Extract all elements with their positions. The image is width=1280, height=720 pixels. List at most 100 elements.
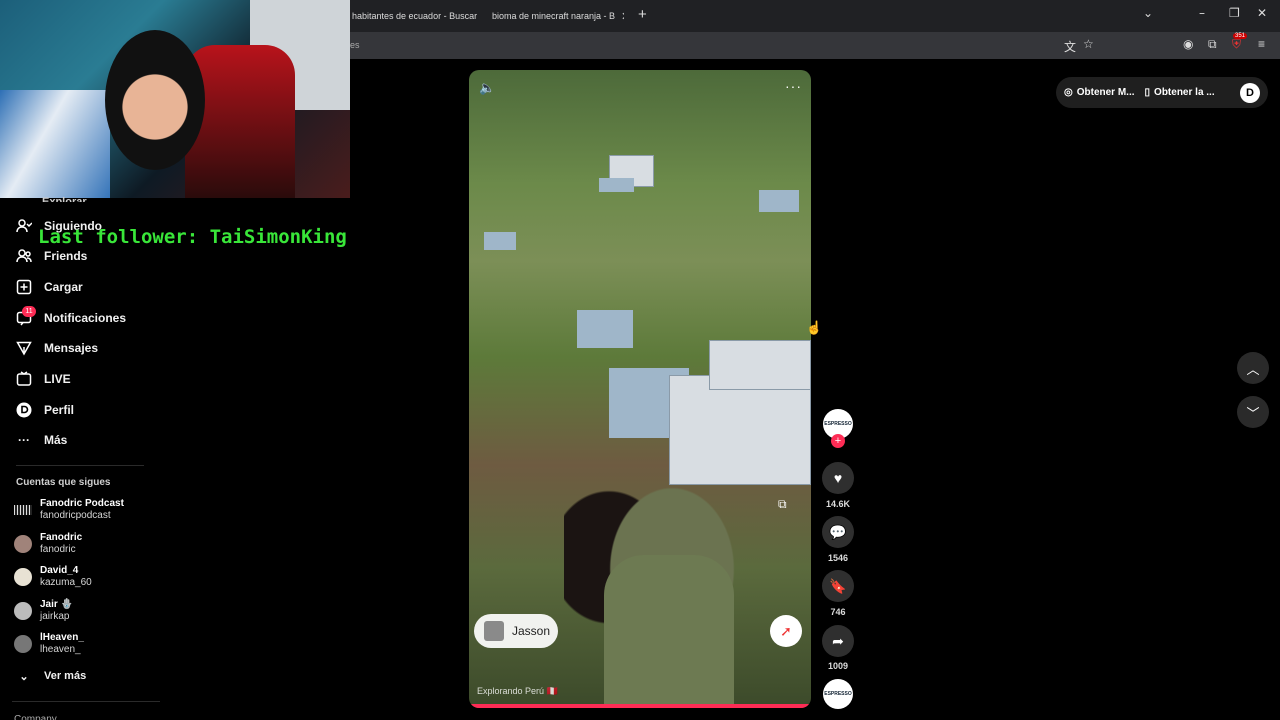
- followed-account[interactable]: Jair 🪬 jairkap: [14, 597, 73, 625]
- tab-title: bioma de minecraft naranja - B: [492, 11, 616, 21]
- video-scene-roof: [484, 232, 516, 250]
- like-button[interactable]: ♥: [822, 462, 854, 494]
- chevron-down-icon: ⌄: [19, 670, 29, 683]
- previous-video-button[interactable]: ︿: [1237, 352, 1269, 384]
- webcam-overlay: [0, 0, 350, 198]
- following-icon: [16, 218, 32, 234]
- webcam-bed: [0, 90, 110, 198]
- get-app-button[interactable]: ◎ Obtener M...: [1064, 87, 1135, 98]
- video-progress-bar[interactable]: [469, 704, 811, 708]
- see-more-button[interactable]: ⌄ Ver más: [16, 665, 86, 687]
- video-scene-person: [604, 555, 734, 708]
- sidebar-item-live[interactable]: LIVE: [16, 368, 71, 390]
- restore-icon[interactable]: ❐: [1229, 6, 1240, 20]
- video-caption: Explorando Perú 🇵🇪: [477, 686, 558, 696]
- avatar: [14, 505, 32, 515]
- sidebar-item-label: Friends: [44, 249, 88, 263]
- compass-icon[interactable]: ➚: [770, 615, 802, 647]
- sidebar-item-messages[interactable]: Mensajes: [16, 337, 98, 359]
- get-mobile-app-label: Obtener la ...: [1154, 87, 1215, 98]
- get-mobile-app-button[interactable]: ▯ Obtener la ...: [1145, 87, 1215, 98]
- browser-menu-icon[interactable]: ≡: [1258, 37, 1265, 51]
- mentioned-user-pill[interactable]: Jasson: [474, 614, 558, 648]
- followed-account[interactable]: David_4 kazuma_60: [14, 563, 92, 591]
- share-count: 1009: [827, 661, 849, 671]
- sidebar-item-label: Cargar: [44, 280, 83, 294]
- account-username: jairkap: [40, 611, 70, 622]
- profile-icon: [16, 402, 32, 418]
- extensions-icon[interactable]: ⧉: [1208, 37, 1217, 52]
- video-scene-house: [669, 375, 811, 485]
- heart-icon: ♥: [833, 470, 843, 486]
- phone-icon: ▯: [1144, 87, 1151, 98]
- picture-in-picture-icon[interactable]: ⧉: [778, 497, 787, 512]
- close-window-icon[interactable]: ✕: [1257, 6, 1267, 20]
- mentioned-user-avatar: [484, 621, 504, 641]
- account-username: fanodricpodcast: [40, 510, 111, 521]
- video-player[interactable]: 🔈 ··· ⧉ Jasson ➚ Explorando Perú 🇵🇪: [469, 70, 811, 708]
- close-tab-icon[interactable]: ✕: [621, 10, 624, 23]
- sidebar-item-more[interactable]: ··· Más: [16, 429, 67, 451]
- account-name: Fanodric: [40, 532, 83, 543]
- translate-icon[interactable]: 文: [1064, 38, 1076, 55]
- chevron-up-icon: ︿: [1246, 361, 1260, 377]
- browser-tab[interactable]: habitantes de ecuador - Buscar ✕: [352, 5, 478, 27]
- tab-list-icon[interactable]: ⌄: [1143, 6, 1153, 20]
- share-button[interactable]: ➦: [822, 625, 854, 657]
- new-tab-icon[interactable]: +: [638, 6, 647, 23]
- share-arrow-icon: ➦: [832, 632, 844, 649]
- account-icon[interactable]: ◉: [1183, 37, 1193, 51]
- get-app-bar: ◎ Obtener M... ▯ Obtener la ... D: [1056, 77, 1268, 108]
- compass-icon: ◎: [1064, 87, 1073, 98]
- account-name: Jair 🪬: [40, 599, 74, 610]
- volume-icon[interactable]: 🔈: [479, 80, 495, 96]
- sidebar-item-label: Mensajes: [44, 341, 99, 355]
- tab-title: habitantes de ecuador - Buscar: [352, 11, 478, 21]
- save-count: 746: [830, 607, 846, 617]
- browser-tab[interactable]: bioma de minecraft naranja - B ✕: [486, 5, 624, 27]
- webcam-person: [105, 30, 205, 170]
- extension-shield-icon[interactable]: ⛨: [1232, 37, 1241, 52]
- account-name: Fanodric Podcast: [40, 498, 124, 509]
- sidebar-item-friends[interactable]: Friends: [16, 245, 87, 267]
- account-name: David_4: [40, 565, 79, 576]
- sidebar-item-label: Perfil: [44, 403, 75, 417]
- more-options-icon[interactable]: ···: [785, 78, 802, 94]
- like-count: 14.6K: [825, 499, 851, 509]
- sidebar-item-profile[interactable]: Perfil: [16, 399, 74, 421]
- get-app-label: Obtener M...: [1076, 87, 1135, 98]
- bookmark-star-icon[interactable]: ☆: [1083, 37, 1094, 51]
- next-video-button[interactable]: ﹀: [1237, 396, 1269, 428]
- video-scene-roof: [577, 310, 633, 348]
- followed-account[interactable]: Fanodric fanodric: [14, 530, 82, 558]
- comment-button[interactable]: 💬: [822, 516, 854, 548]
- avatar: [14, 602, 32, 620]
- minimize-icon[interactable]: –: [1199, 6, 1205, 20]
- followed-account[interactable]: Fanodric Podcast fanodricpodcast: [14, 496, 124, 524]
- video-scene-house: [709, 340, 811, 390]
- live-icon: [16, 371, 32, 387]
- comment-count: 1546: [827, 553, 849, 563]
- notifications-badge: 11: [22, 306, 36, 317]
- profile-logo-icon[interactable]: D: [1240, 82, 1260, 103]
- sidebar-item-upload[interactable]: Cargar: [16, 276, 83, 298]
- sidebar-item-explore-partial[interactable]: Explorar: [42, 196, 87, 202]
- more-icon: ···: [18, 433, 30, 447]
- account-username: fanodric: [40, 544, 76, 555]
- followed-account[interactable]: lHeaven_ lheaven_: [14, 630, 84, 658]
- comment-icon: 💬: [829, 523, 847, 540]
- avatar: [14, 535, 32, 553]
- messages-icon: [16, 340, 32, 356]
- sidebar-item-label: LIVE: [44, 372, 71, 386]
- follow-plus-icon[interactable]: +: [831, 434, 845, 448]
- friends-icon: [16, 248, 32, 264]
- sound-avatar[interactable]: ESPRESSO: [823, 679, 853, 709]
- account-username: kazuma_60: [40, 577, 92, 588]
- video-scene-roof: [759, 190, 799, 212]
- avatar: [14, 568, 32, 586]
- address-text: es: [350, 40, 360, 50]
- bookmark-icon: 🔖: [829, 577, 847, 594]
- footer-link-company[interactable]: Company: [14, 714, 57, 720]
- upload-icon: [16, 279, 32, 295]
- save-button[interactable]: 🔖: [822, 570, 854, 602]
